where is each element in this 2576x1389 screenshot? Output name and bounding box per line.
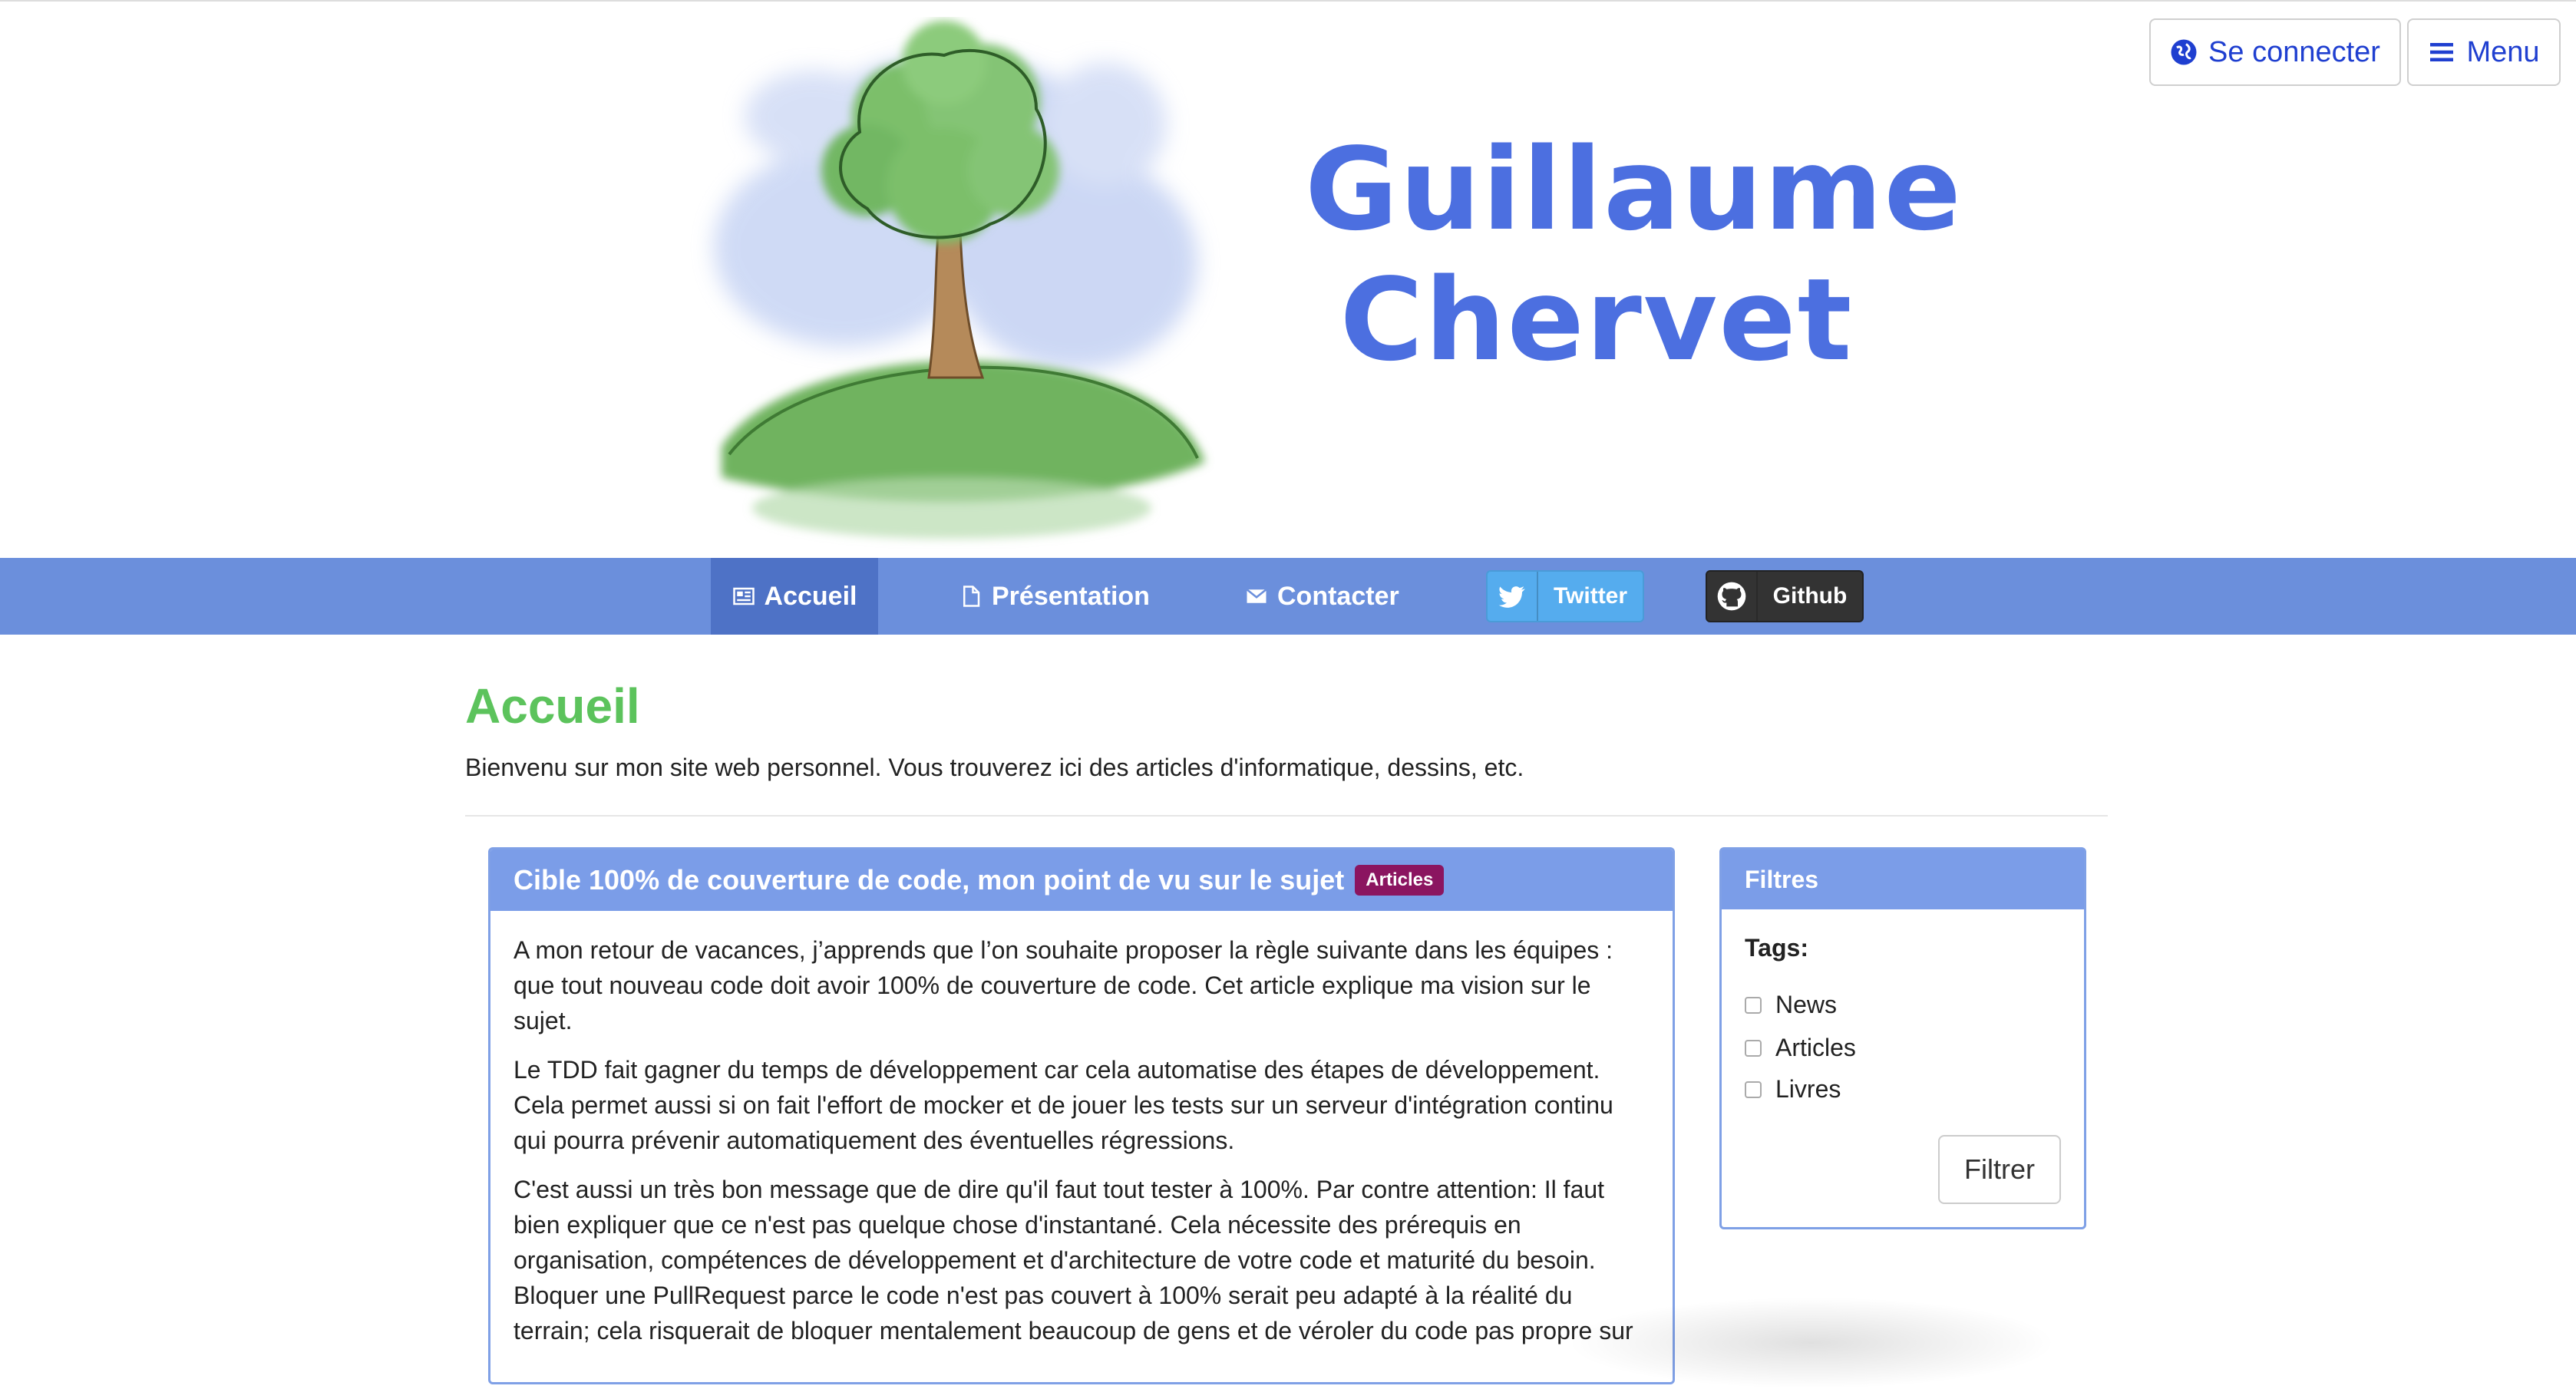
- article-title-link[interactable]: Cible 100% de couverture de code, mon po…: [514, 864, 1344, 896]
- article-card: Cible 100% de couverture de code, mon po…: [488, 847, 1675, 1384]
- article-paragraph-2: Le TDD fait gagner du temps de développe…: [514, 1056, 1613, 1154]
- article-header: Cible 100% de couverture de code, mon po…: [490, 850, 1673, 911]
- github-button[interactable]: Github: [1706, 570, 1864, 622]
- tag-option-livres[interactable]: Livres: [1745, 1075, 1841, 1104]
- nav-item-accueil[interactable]: Accueil: [711, 558, 878, 635]
- article-body: A mon retour de vacances, j’apprends que…: [490, 911, 1673, 1348]
- tree-logo-image: [714, 21, 1205, 539]
- nav-contact-label: Contacter: [1277, 581, 1399, 611]
- globe-icon: [2171, 39, 2197, 65]
- envelope-icon: [1246, 589, 1267, 603]
- site-title-line1: Guillaume: [1305, 124, 1963, 256]
- tag-checkbox-livres[interactable]: [1745, 1081, 1762, 1098]
- github-icon: [1717, 582, 1746, 611]
- twitter-icon-box: [1488, 572, 1538, 621]
- filters-panel: Filtres Tags: News Articles Livres Filtr…: [1719, 847, 2086, 1229]
- login-label: Se connecter: [2208, 35, 2380, 68]
- article-paragraph-1: A mon retour de vacances, j’apprends que…: [514, 936, 1613, 1034]
- menu-label: Menu: [2466, 35, 2540, 68]
- tag-checkbox-articles[interactable]: [1745, 1039, 1762, 1057]
- github-label: Github: [1772, 583, 1848, 609]
- nav-home-label: Accueil: [764, 581, 857, 611]
- tag-label-livres: Livres: [1775, 1075, 1841, 1103]
- tags-label: Tags:: [1745, 934, 1808, 962]
- divider: [465, 815, 2108, 817]
- site-header: Guillaume Chervet Se connecter Menu: [0, 0, 2576, 558]
- tag-option-articles[interactable]: Articles: [1745, 1034, 1856, 1062]
- tag-option-news[interactable]: News: [1745, 991, 1837, 1019]
- article-tag-badge: Articles: [1355, 865, 1445, 896]
- site-title-line2: Chervet: [1339, 254, 1854, 386]
- menu-button[interactable]: Menu: [2407, 18, 2561, 86]
- tag-checkbox-news[interactable]: [1745, 996, 1762, 1014]
- scroll-shadow: [1566, 1297, 2057, 1389]
- tag-label-articles: Articles: [1775, 1034, 1856, 1061]
- main-navbar: Accueil Présentation Contacter: [0, 558, 2576, 635]
- intro-text: Bienvenu sur mon site web personnel. Vou…: [465, 754, 1524, 781]
- page-title: Accueil: [465, 678, 640, 734]
- nav-presentation-label: Présentation: [992, 581, 1150, 611]
- login-button[interactable]: Se connecter: [2149, 18, 2401, 86]
- article-paragraph-3: C'est aussi un très bon message que de d…: [514, 1176, 1633, 1344]
- twitter-bird-icon: [1498, 586, 1525, 608]
- github-icon-box: [1707, 572, 1758, 621]
- document-icon: [963, 586, 980, 607]
- nav-item-contacter[interactable]: Contacter: [1245, 558, 1399, 635]
- twitter-button[interactable]: Twitter: [1486, 570, 1644, 622]
- twitter-label: Twitter: [1553, 583, 1628, 609]
- filter-button[interactable]: Filtrer: [1938, 1135, 2061, 1204]
- site-title: Guillaume Chervet: [1305, 124, 1963, 386]
- nav-item-presentation[interactable]: Présentation: [959, 558, 1150, 635]
- filters-title: Filtres: [1722, 850, 2084, 909]
- tag-label-news: News: [1775, 991, 1838, 1018]
- hamburger-icon: [2430, 43, 2454, 61]
- newspaper-icon: [732, 587, 755, 605]
